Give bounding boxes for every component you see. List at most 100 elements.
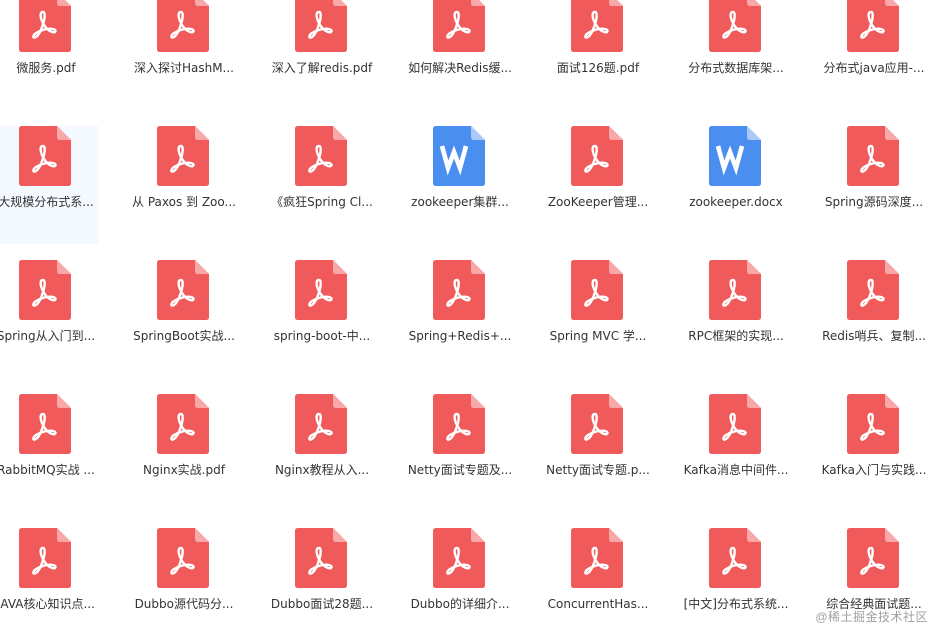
file-item[interactable]: 如何解决Redis缓... bbox=[408, 0, 512, 110]
pdf-file-icon bbox=[433, 0, 485, 52]
file-name-label: Netty面试专题及... bbox=[407, 463, 513, 477]
pdf-file-icon bbox=[295, 260, 347, 320]
pdf-file-icon bbox=[847, 394, 899, 454]
file-item[interactable]: zookeeper.docx bbox=[684, 126, 788, 244]
pdf-file-icon bbox=[19, 0, 71, 52]
file-item[interactable]: Spring+Redis+... bbox=[408, 260, 512, 378]
file-item[interactable]: 深入了解redis.pdf bbox=[270, 0, 374, 110]
file-item[interactable]: Nginx实战.pdf bbox=[132, 394, 236, 512]
file-item[interactable]: 分布式java应用-... bbox=[822, 0, 926, 110]
file-name-label: Kafka消息中间件... bbox=[683, 463, 789, 477]
pdf-file-icon bbox=[19, 260, 71, 320]
file-item[interactable]: Dubbo源代码分... bbox=[132, 528, 236, 631]
pdf-file-icon bbox=[19, 394, 71, 454]
file-grid: 微服务.pdf 深入探讨HashM... 深入了解redis.pdf 如何解决Redi… bbox=[0, 0, 936, 631]
file-name-label: [中文]分布式系统... bbox=[683, 597, 789, 611]
pdf-file-icon bbox=[847, 126, 899, 186]
file-item[interactable]: spring-boot-中... bbox=[270, 260, 374, 378]
pdf-file-icon bbox=[19, 528, 71, 588]
file-item[interactable]: RPC框架的实现... bbox=[684, 260, 788, 378]
pdf-file-icon bbox=[19, 126, 71, 186]
pdf-file-icon bbox=[157, 0, 209, 52]
pdf-file-icon bbox=[433, 394, 485, 454]
file-item[interactable]: 微服务.pdf bbox=[0, 0, 98, 110]
file-name-label: ConcurrentHas... bbox=[547, 597, 649, 611]
pdf-file-icon bbox=[295, 394, 347, 454]
pdf-file-icon bbox=[847, 0, 899, 52]
pdf-file-icon bbox=[709, 0, 761, 52]
file-item[interactable]: Dubbo的详细介... bbox=[408, 528, 512, 631]
pdf-file-icon bbox=[571, 126, 623, 186]
file-name-label: Nginx实战.pdf bbox=[143, 463, 225, 477]
word-doc-icon bbox=[433, 126, 485, 186]
file-name-label: Redis哨兵、复制... bbox=[822, 329, 926, 343]
file-item[interactable]: Redis哨兵、复制... bbox=[822, 260, 926, 378]
word-doc-icon bbox=[709, 126, 761, 186]
file-name-label: Kafka入门与实践... bbox=[821, 463, 927, 477]
file-name-label: 从 Paxos 到 Zoo... bbox=[132, 195, 236, 209]
file-name-label: Dubbo面试28题... bbox=[270, 597, 374, 611]
file-name-label: JAVA核心知识点... bbox=[0, 597, 95, 611]
pdf-file-icon bbox=[157, 528, 209, 588]
file-name-label: 微服务.pdf bbox=[16, 61, 76, 75]
file-item[interactable]: 综合经典面试题... bbox=[822, 528, 926, 631]
file-name-label: RPC框架的实现... bbox=[688, 329, 784, 343]
file-item[interactable]: Kafka入门与实践... bbox=[822, 394, 926, 512]
file-name-label: 《疯狂Spring Cl... bbox=[271, 195, 373, 209]
file-item[interactable]: Netty面试专题.p... bbox=[546, 394, 650, 512]
file-item[interactable]: ConcurrentHas... bbox=[546, 528, 650, 631]
pdf-file-icon bbox=[433, 260, 485, 320]
file-name-label: SpringBoot实战... bbox=[133, 329, 235, 343]
file-item[interactable]: ZooKeeper管理... bbox=[546, 126, 650, 244]
file-name-label: 深入了解redis.pdf bbox=[271, 61, 373, 75]
file-item[interactable]: [中文]分布式系统... bbox=[684, 528, 788, 631]
pdf-file-icon bbox=[295, 528, 347, 588]
file-name-label: Netty面试专题.p... bbox=[546, 463, 650, 477]
file-item[interactable]: Spring MVC 学... bbox=[546, 260, 650, 378]
file-name-label: Nginx教程从入... bbox=[274, 463, 370, 477]
file-name-label: 分布式java应用-... bbox=[823, 61, 925, 75]
file-name-label: RabbitMQ实战 ... bbox=[0, 463, 95, 477]
pdf-file-icon bbox=[847, 260, 899, 320]
file-item[interactable]: Kafka消息中间件... bbox=[684, 394, 788, 512]
file-name-label: zookeeper集群... bbox=[411, 195, 509, 209]
pdf-file-icon bbox=[157, 126, 209, 186]
file-name-label: Spring从入门到... bbox=[0, 329, 96, 343]
file-item[interactable]: 从 Paxos 到 Zoo... bbox=[132, 126, 236, 244]
file-name-label: 面试126题.pdf bbox=[556, 61, 640, 75]
pdf-file-icon bbox=[295, 126, 347, 186]
file-name-label: 综合经典面试题... bbox=[826, 597, 922, 611]
file-name-label: 大规模分布式系... bbox=[0, 195, 94, 209]
file-item[interactable]: Nginx教程从入... bbox=[270, 394, 374, 512]
pdf-file-icon bbox=[709, 394, 761, 454]
file-name-label: 分布式数据库架... bbox=[688, 61, 784, 75]
file-name-label: ZooKeeper管理... bbox=[547, 195, 649, 209]
pdf-file-icon bbox=[847, 528, 899, 588]
pdf-file-icon bbox=[295, 0, 347, 52]
file-item[interactable]: Spring从入门到... bbox=[0, 260, 98, 378]
file-name-label: Spring源码深度... bbox=[824, 195, 924, 209]
file-name-label: 深入探讨HashM... bbox=[133, 61, 235, 75]
file-item[interactable]: JAVA核心知识点... bbox=[0, 528, 98, 631]
file-item[interactable]: Dubbo面试28题... bbox=[270, 528, 374, 631]
pdf-file-icon bbox=[571, 260, 623, 320]
file-item[interactable]: 大规模分布式系... bbox=[0, 126, 98, 244]
file-item[interactable]: Netty面试专题及... bbox=[408, 394, 512, 512]
pdf-file-icon bbox=[709, 260, 761, 320]
file-item[interactable]: Spring源码深度... bbox=[822, 126, 926, 244]
file-item[interactable]: 分布式数据库架... bbox=[684, 0, 788, 110]
file-name-label: Dubbo源代码分... bbox=[134, 597, 234, 611]
file-name-label: Spring MVC 学... bbox=[549, 329, 647, 343]
pdf-file-icon bbox=[433, 528, 485, 588]
file-item[interactable]: SpringBoot实战... bbox=[132, 260, 236, 378]
pdf-file-icon bbox=[571, 394, 623, 454]
file-item[interactable]: 深入探讨HashM... bbox=[132, 0, 236, 110]
pdf-file-icon bbox=[157, 394, 209, 454]
file-item[interactable]: 面试126题.pdf bbox=[546, 0, 650, 110]
file-name-label: spring-boot-中... bbox=[273, 329, 371, 343]
file-item[interactable]: 《疯狂Spring Cl... bbox=[270, 126, 374, 244]
file-item[interactable]: zookeeper集群... bbox=[408, 126, 512, 244]
file-name-label: Dubbo的详细介... bbox=[410, 597, 510, 611]
file-item[interactable]: RabbitMQ实战 ... bbox=[0, 394, 98, 512]
pdf-file-icon bbox=[157, 260, 209, 320]
